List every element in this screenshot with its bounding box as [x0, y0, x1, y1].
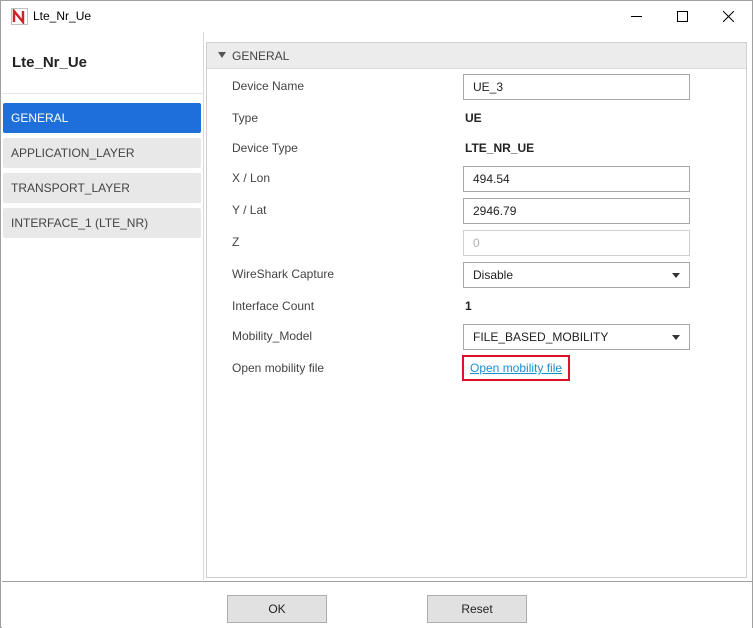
sidebar-item-transport-layer[interactable]: TRANSPORT_LAYER [3, 173, 201, 203]
title-bar: Lte_Nr_Ue [1, 1, 752, 32]
sidebar-item-general[interactable]: GENERAL [3, 103, 201, 133]
dialog-window: Lte_Nr_Ue Lte_Nr_Ue GENERAL APPLICATION_… [0, 0, 753, 628]
sidebar: Lte_Nr_Ue GENERAL APPLICATION_LAYER TRAN… [2, 32, 204, 580]
mobility-model-select[interactable]: FILE_BASED_MOBILITY [463, 324, 690, 350]
device-name-input[interactable]: UE_3 [463, 74, 690, 100]
wireshark-capture-label: WireShark Capture [232, 267, 335, 281]
mobility-model-value: FILE_BASED_MOBILITY [473, 330, 609, 344]
dropdown-arrow-icon [672, 273, 680, 278]
section-title: GENERAL [232, 49, 290, 63]
device-type-value: LTE_NR_UE [465, 141, 535, 155]
close-icon [722, 11, 734, 22]
interface-count-value: 1 [465, 299, 472, 313]
device-type-label: Device Type [232, 141, 298, 155]
close-button[interactable] [705, 1, 751, 32]
app-logo-icon [11, 8, 28, 25]
open-mobility-file-link[interactable]: Open mobility file [470, 361, 562, 375]
type-value: UE [465, 111, 482, 125]
minimize-button[interactable] [613, 1, 659, 32]
maximize-button[interactable] [659, 1, 705, 32]
ok-button[interactable]: OK [227, 595, 327, 623]
maximize-icon [676, 11, 688, 22]
wireshark-capture-value: Disable [473, 268, 514, 282]
z-input: 0 [463, 230, 690, 256]
sidebar-item-application-layer[interactable]: APPLICATION_LAYER [3, 138, 201, 168]
dialog-footer: OK Reset [2, 581, 752, 628]
x-lon-label: X / Lon [232, 171, 271, 185]
mobility-file-highlight: Open mobility file [462, 355, 570, 381]
window-title: Lte_Nr_Ue [33, 9, 92, 23]
reset-button[interactable]: Reset [427, 595, 527, 623]
interface-count-label: Interface Count [232, 299, 315, 313]
sidebar-item-interface-1[interactable]: INTERFACE_1 (LTE_NR) [3, 208, 201, 238]
z-label: Z [232, 235, 240, 249]
mobility-model-label: Mobility_Model [232, 329, 313, 343]
device-name-label: Device Name [232, 79, 305, 93]
type-label: Type [232, 111, 259, 125]
wireshark-capture-select[interactable]: Disable [463, 262, 690, 288]
general-section-header[interactable]: GENERAL [207, 43, 746, 69]
properties-panel: GENERAL Device Name UE_3 Type UE Device … [206, 42, 747, 578]
y-lat-label: Y / Lat [232, 203, 267, 217]
sidebar-divider [2, 93, 204, 94]
dropdown-arrow-icon [672, 335, 680, 340]
collapse-arrow-icon [218, 52, 226, 58]
mobility-file-label: Open mobility file [232, 361, 325, 375]
minimize-icon [630, 16, 642, 17]
y-lat-input[interactable]: 2946.79 [463, 198, 690, 224]
x-lon-input[interactable]: 494.54 [463, 166, 690, 192]
device-title: Lte_Nr_Ue [12, 54, 88, 71]
